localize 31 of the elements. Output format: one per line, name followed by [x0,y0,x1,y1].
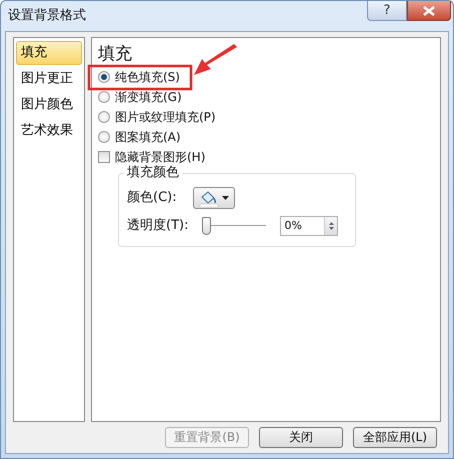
radio-button[interactable] [98,111,110,123]
help-button[interactable]: ? [367,1,407,21]
group-title: 填充颜色 [124,165,182,181]
panel-heading: 填充 [98,44,132,64]
option-label: 纯色填充(S) [115,69,180,86]
radio-button[interactable] [98,131,110,143]
spin-field[interactable]: 0% [280,216,338,236]
spin-value: 0% [284,218,303,234]
sidebar-item[interactable]: 图片颜色 [16,93,82,117]
arrow [194,44,237,75]
window-title: 设置背景格式 [8,7,86,26]
checkbox[interactable] [98,151,110,163]
paint-bucket-icon [198,190,219,206]
caret-icon [222,196,229,200]
color-picker-button[interactable] [192,187,235,209]
transparency-label: 透明度(T): [127,217,188,236]
dialog-button[interactable]: 关闭 [259,427,343,448]
slider-thumb[interactable] [202,217,212,235]
sidebar-item[interactable]: 图片更正 [16,67,82,91]
option-label: 隐藏背景图形(H) [115,149,206,165]
sidebar-item[interactable]: 填充 [16,41,82,65]
option-label: 渐变填充(G) [115,89,182,106]
dialog-button[interactable]: 全部应用(L) [353,427,437,448]
option-label: 图案填充(A) [115,129,181,146]
sidebar-item[interactable]: 艺术效果 [16,119,82,143]
option-label: 图片或纹理填充(P) [115,109,216,126]
color-label: 颜色(C): [127,189,177,208]
radio-button[interactable] [98,71,110,83]
radio-button[interactable] [98,91,110,103]
close-button[interactable] [407,1,451,21]
close-icon [423,6,435,16]
